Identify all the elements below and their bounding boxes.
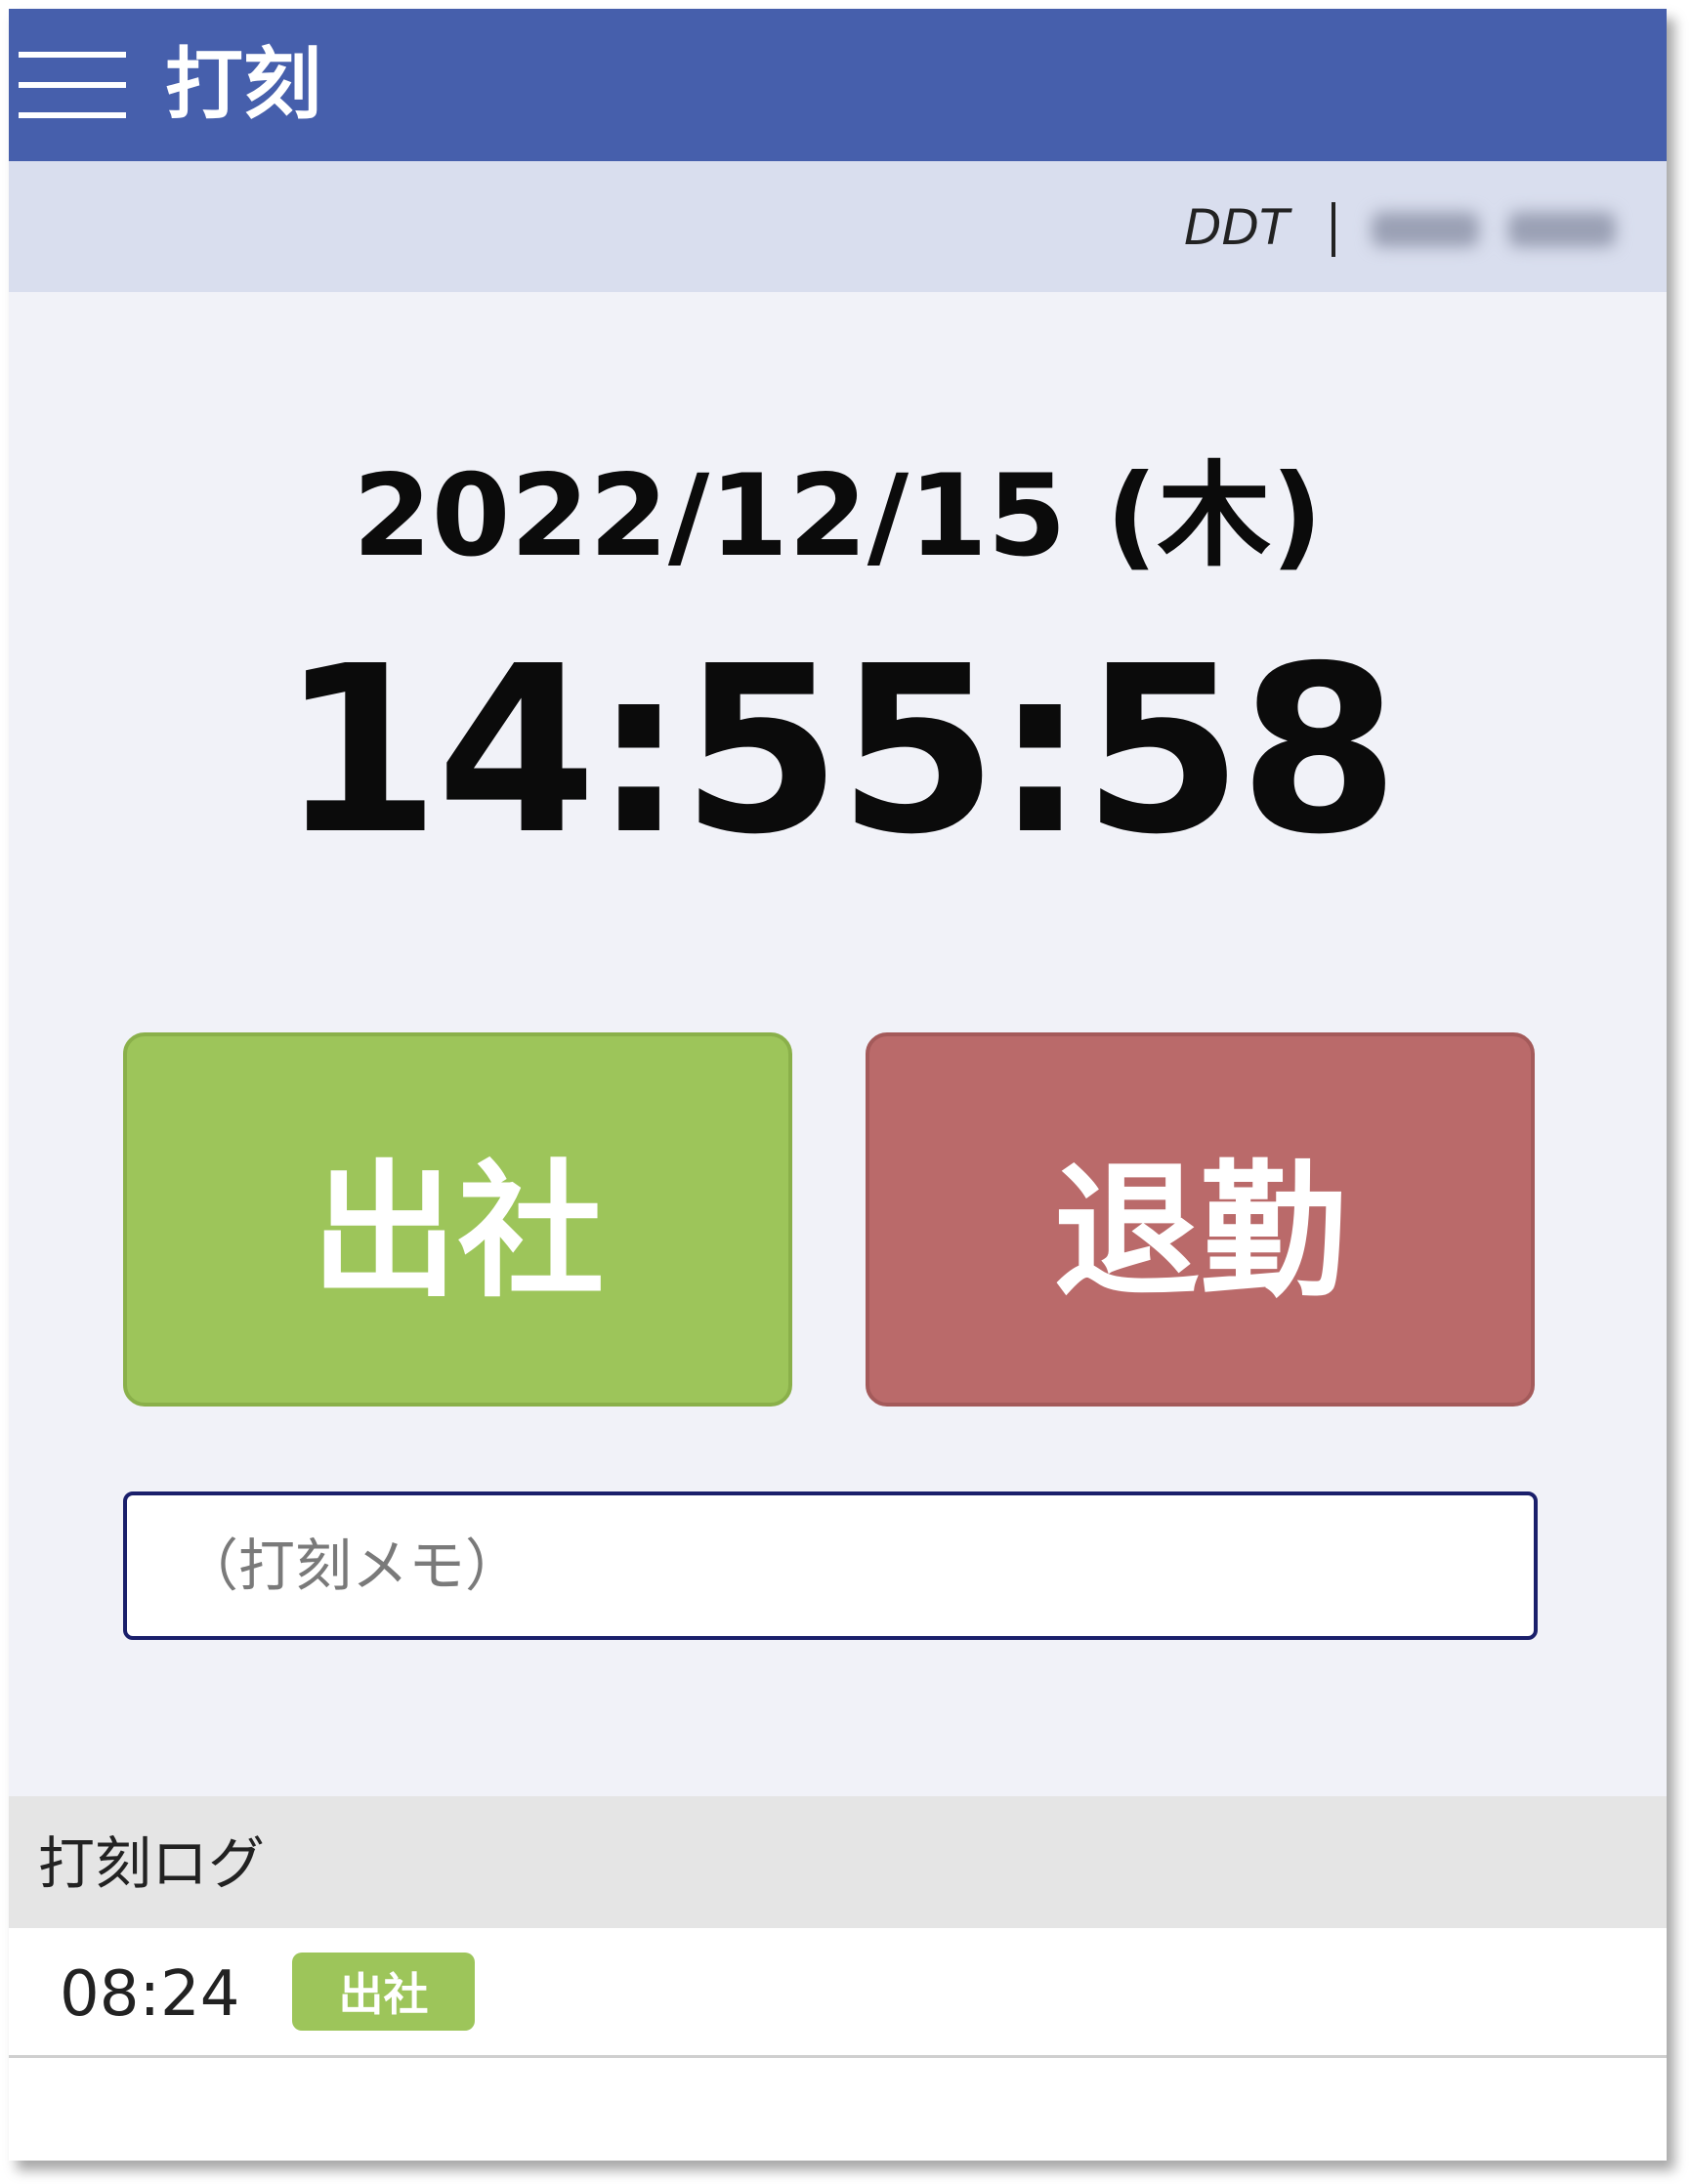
app-window: 打刻 DDT 2022/12/15 (木) 14:55:58 出社 退勤 打刻ロ… (9, 9, 1667, 2161)
log-entry-time: 08:24 (60, 1958, 240, 2031)
user-info-bar: DDT (9, 161, 1667, 292)
hamburger-menu-icon[interactable] (19, 48, 126, 122)
log-entry-type-badge: 出社 (292, 1953, 475, 2031)
punch-log-header: 打刻ログ (9, 1796, 1667, 1928)
punch-log-title: 打刻ログ (38, 1830, 266, 1897)
page-title: 打刻 (165, 39, 321, 130)
current-time: 14:55:58 (279, 616, 1399, 885)
user-name-blurred (1372, 204, 1616, 255)
clock-out-button[interactable]: 退勤 (866, 1032, 1535, 1407)
punch-panel: 2022/12/15 (木) 14:55:58 出社 退勤 (9, 292, 1667, 1796)
punch-log-row: 08:24 出社 (9, 1928, 1667, 2058)
top-app-bar: 打刻 (9, 9, 1667, 161)
organization-name: DDT (1184, 199, 1290, 256)
user-info-divider (1332, 202, 1335, 257)
current-date: 2022/12/15 (木) (353, 450, 1323, 582)
clock-in-button[interactable]: 出社 (123, 1032, 792, 1407)
punch-memo-input[interactable] (123, 1491, 1538, 1640)
